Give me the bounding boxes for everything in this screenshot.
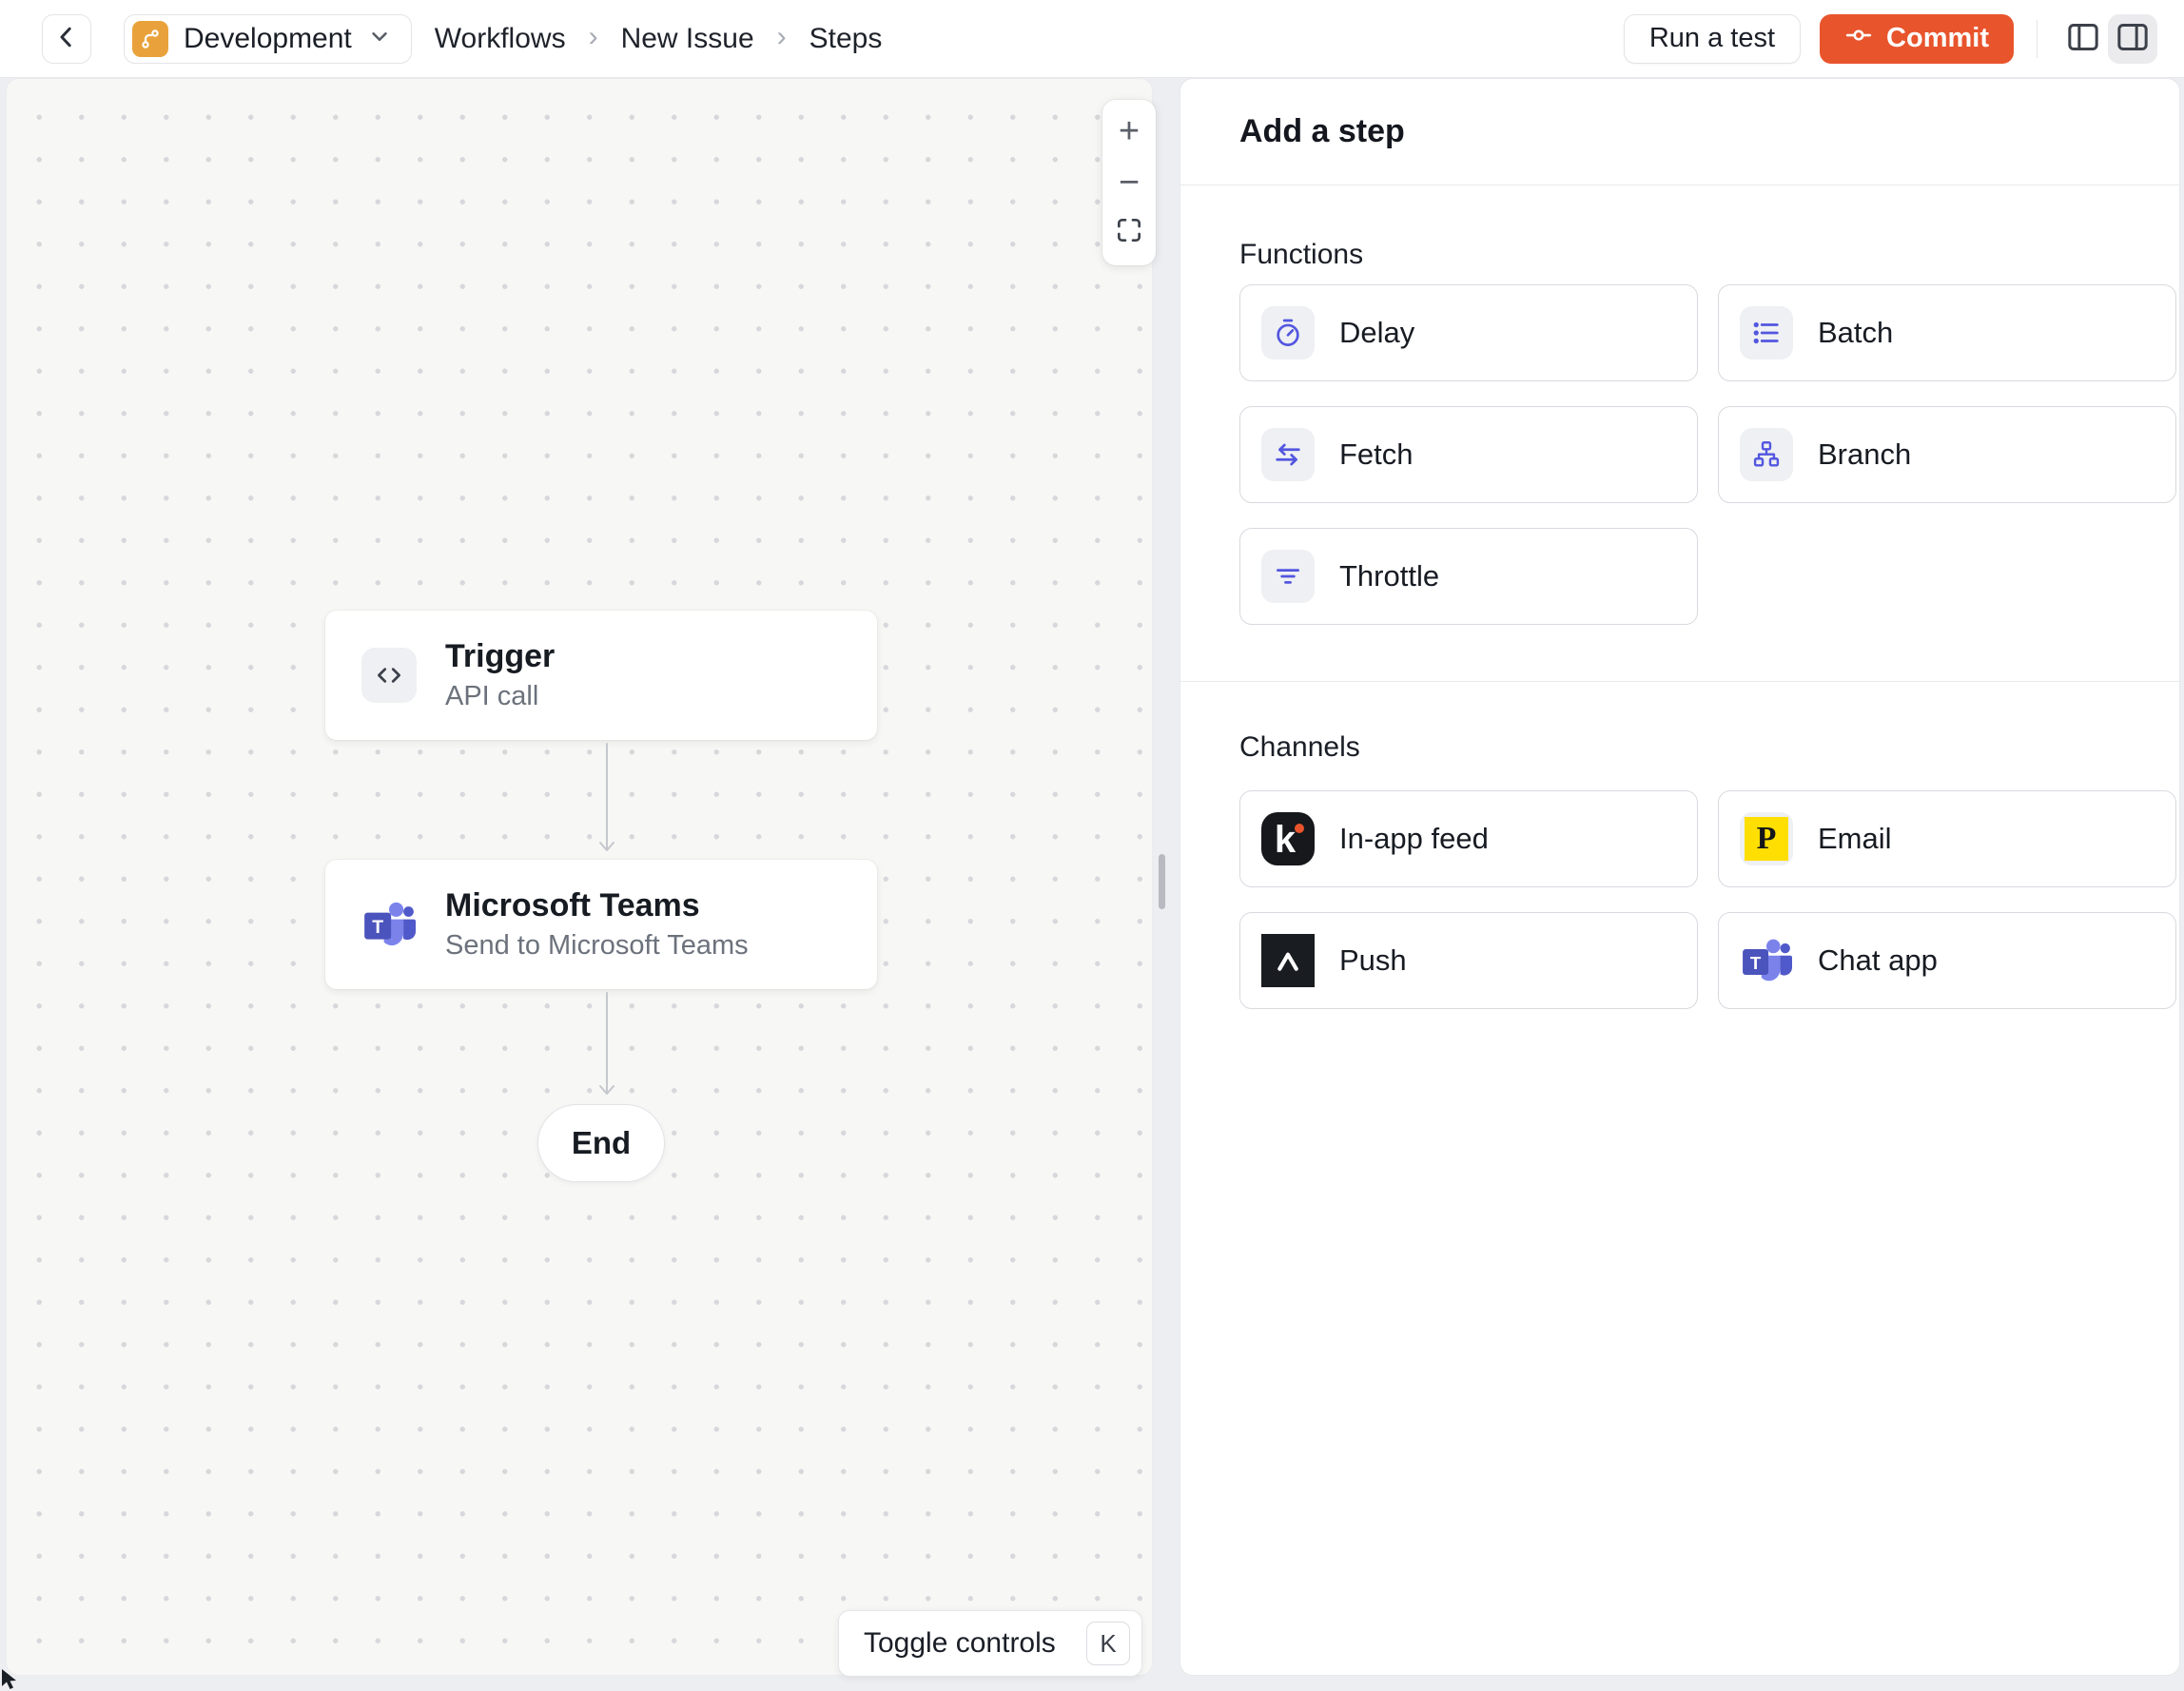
knock-icon: k [1261, 812, 1315, 865]
edge-trigger-to-teams [590, 742, 624, 858]
node-end[interactable]: End [537, 1104, 665, 1182]
step-tile-batch[interactable]: Batch [1718, 284, 2176, 381]
node-trigger[interactable]: Trigger API call [325, 611, 877, 740]
breadcrumb-new-issue[interactable]: New Issue [621, 23, 754, 55]
section-divider [1180, 681, 2179, 682]
step-tile-fetch[interactable]: Fetch [1239, 406, 1698, 503]
step-tile-throttle[interactable]: Throttle [1239, 528, 1698, 625]
environment-label: Development [184, 22, 352, 54]
functions-tiles: Delay Batch Fetch Branch Throttle [1239, 284, 2176, 625]
node-teams-texts: Microsoft Teams Send to Microsoft Teams [445, 887, 749, 962]
git-branch-icon [132, 20, 168, 57]
tile-label: In-app feed [1339, 822, 1489, 855]
header-divider [2037, 19, 2038, 58]
toggle-right-panel-button[interactable] [2108, 13, 2157, 64]
node-microsoft-teams[interactable]: T Microsoft Teams Send to Microsoft Team… [325, 860, 877, 989]
toggle-left-panel-button[interactable] [2058, 14, 2108, 64]
commit-label: Commit [1886, 23, 1989, 53]
back-button[interactable] [42, 13, 91, 64]
node-title: Trigger [445, 638, 556, 674]
chevron-left-icon [52, 23, 81, 54]
microsoft-teams-icon: T [1740, 934, 1793, 987]
tile-label: Fetch [1339, 437, 1414, 471]
add-step-panel: Add a step Functions Delay Batch Fetch B… [1180, 78, 2180, 1676]
tile-label: Chat app [1818, 943, 1938, 977]
toggle-left-panel-icon [2064, 18, 2102, 59]
commit-icon [1844, 21, 1873, 57]
zoom-out-button[interactable]: − [1102, 157, 1156, 208]
fit-view-icon [1114, 214, 1144, 255]
step-tile-in-app-feed[interactable]: k In-app feed [1239, 790, 1698, 887]
expo-icon [1261, 934, 1315, 987]
arrows-swap-icon [1261, 428, 1315, 481]
node-subtitle: Send to Microsoft Teams [445, 930, 749, 961]
breadcrumb-steps[interactable]: Steps [809, 23, 883, 55]
breadcrumb: Workflows › New Issue › Steps [435, 20, 883, 55]
tile-label: Delay [1339, 316, 1415, 349]
panel-header: Add a step [1180, 79, 2179, 185]
mouse-cursor [0, 1668, 21, 1691]
toggle-right-panel-icon [2114, 18, 2152, 59]
toggle-controls-label: Toggle controls [864, 1627, 1056, 1659]
channels-tiles: k In-app feed P Email Push T Chat app [1239, 790, 2176, 1009]
tile-label: Push [1339, 943, 1407, 977]
keyboard-shortcut-badge: K [1086, 1622, 1130, 1665]
edge-teams-to-end [590, 991, 624, 1101]
step-tile-push[interactable]: Push [1239, 912, 1698, 1009]
tile-label: Email [1818, 822, 1892, 855]
step-tile-email[interactable]: P Email [1718, 790, 2176, 887]
functions-section-label: Functions [1239, 239, 1364, 270]
tile-label: Batch [1818, 316, 1894, 349]
postmark-icon: P [1740, 812, 1793, 865]
breadcrumb-separator: › [588, 20, 598, 52]
run-a-test-button[interactable]: Run a test [1623, 13, 1802, 64]
breadcrumb-separator: › [776, 20, 787, 52]
stopwatch-icon [1261, 306, 1315, 360]
fit-view-button[interactable] [1102, 208, 1156, 260]
panel-resize-handle[interactable] [1159, 854, 1165, 909]
code-icon [361, 648, 417, 703]
top-bar: Development Workflows › New Issue › Step… [0, 0, 2184, 78]
channels-section-label: Channels [1239, 731, 1360, 763]
node-subtitle: API call [445, 681, 539, 711]
hierarchy-icon [1740, 428, 1793, 481]
svg-text:T: T [1750, 953, 1762, 973]
filter-lines-icon [1261, 550, 1315, 603]
breadcrumb-workflows[interactable]: Workflows [435, 23, 566, 55]
tile-label: Branch [1818, 437, 1912, 471]
tile-label: Throttle [1339, 559, 1440, 593]
environment-switcher[interactable]: Development [124, 13, 412, 64]
step-tile-branch[interactable]: Branch [1718, 406, 2176, 503]
toggle-controls-button[interactable]: Toggle controls K [838, 1610, 1142, 1677]
panel-title: Add a step [1239, 113, 1405, 149]
queue-list-icon [1740, 306, 1793, 360]
commit-button[interactable]: Commit [1820, 13, 2014, 64]
microsoft-teams-icon: T [361, 897, 417, 952]
chevron-down-icon [367, 24, 392, 53]
step-tile-delay[interactable]: Delay [1239, 284, 1698, 381]
node-title: Microsoft Teams [445, 887, 700, 923]
step-tile-chat-app[interactable]: T Chat app [1718, 912, 2176, 1009]
svg-text:T: T [372, 917, 383, 938]
zoom-controls: + − [1102, 100, 1156, 265]
workflow-canvas[interactable]: + − Trigger API call T Microsoft Teams S… [6, 78, 1156, 1677]
zoom-in-button[interactable]: + [1102, 106, 1156, 157]
node-trigger-texts: Trigger API call [445, 638, 555, 712]
